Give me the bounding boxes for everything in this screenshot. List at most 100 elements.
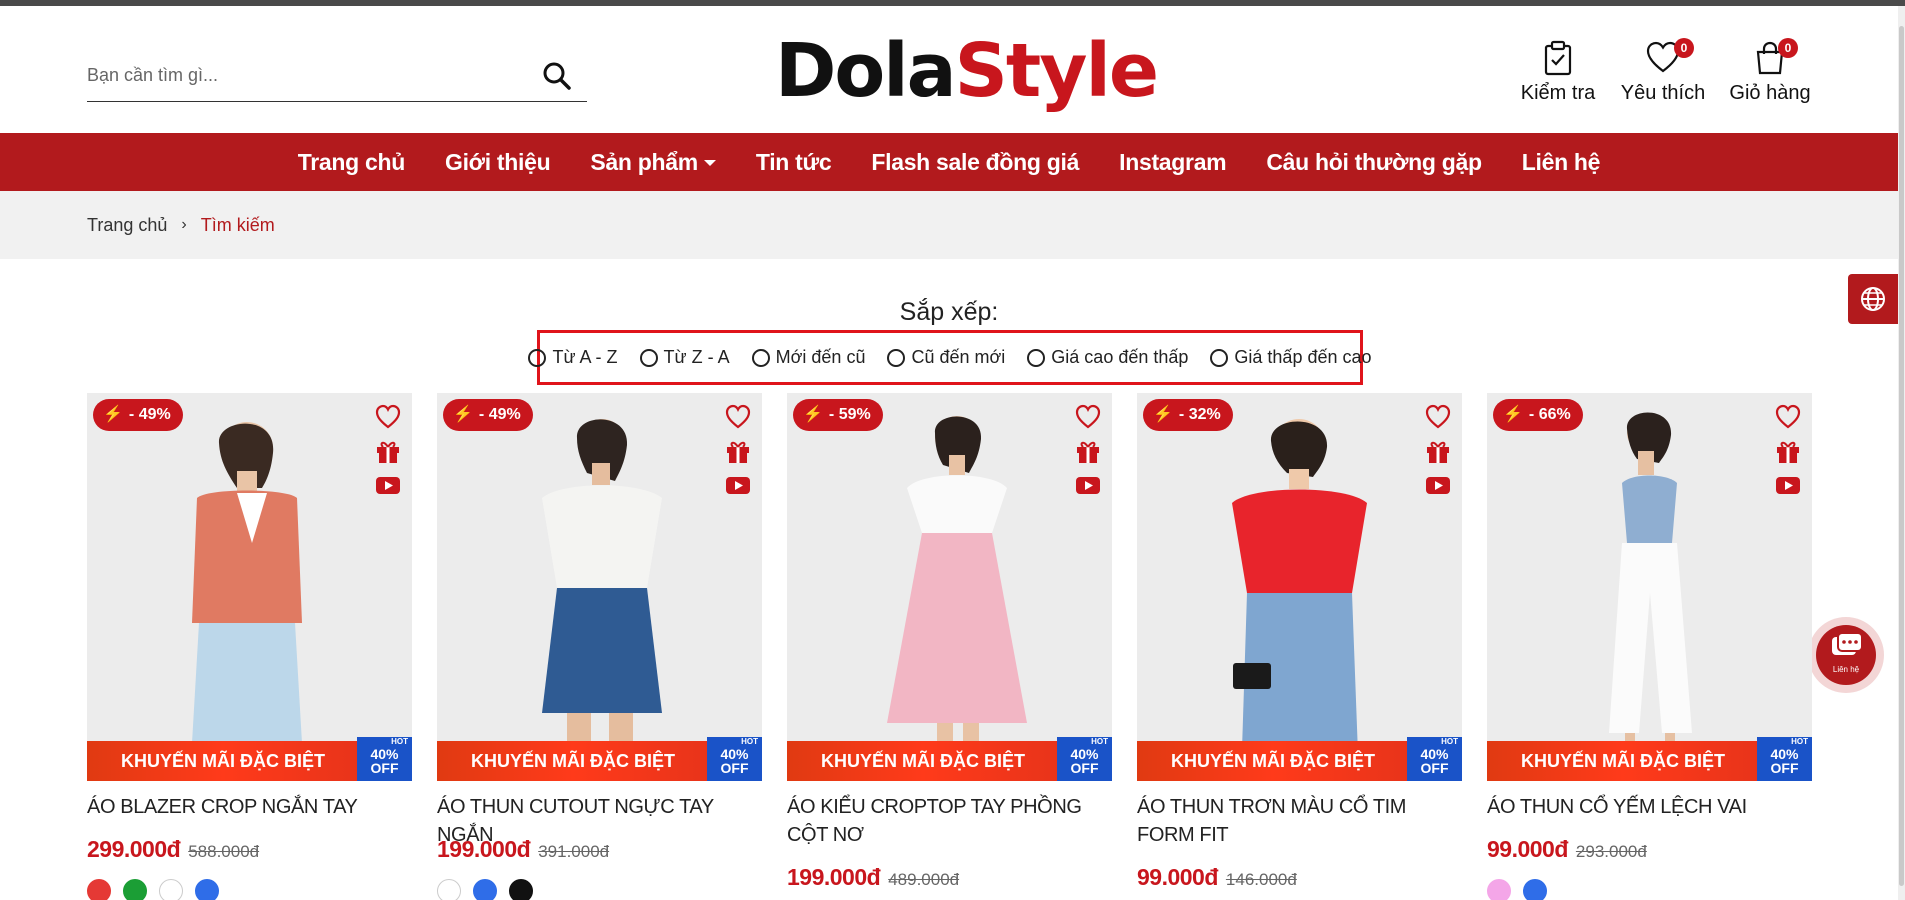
radio-button[interactable] [1210,348,1229,367]
product-photo [1487,393,1812,781]
product-card[interactable]: ⚡ - 59% KHUYẾN MÃI ĐẶC BIỆT HOT 40% OFF ÁO … [787,393,1112,900]
sort-option-price-asc[interactable]: Giá thấp đến cao [1210,347,1372,368]
nav-item-about[interactable]: Giới thiệu [445,149,551,176]
radio-button[interactable] [887,348,906,367]
nav-item-faq[interactable]: Câu hỏi thường gặp [1266,149,1482,176]
promo-banner-text: KHUYẾN MÃI ĐẶC BIỆT [820,751,1025,771]
gift-icon[interactable] [724,437,752,465]
gift-icon[interactable] [1774,437,1802,465]
nav-item-products-label: Sản phẩm [590,148,698,175]
current-price: 99.000đ [1487,836,1568,862]
search-input[interactable] [87,60,517,90]
lightning-icon: ⚡ [1503,406,1523,423]
scrollbar-thumb[interactable] [1899,26,1904,886]
color-swatch-blue[interactable] [195,879,219,900]
product-image[interactable]: ⚡ - 49% KHUYẾN MÃI ĐẶC BIỆT HOT 40% OFF [437,393,762,781]
product-card[interactable]: ⚡ - 66% KHUYẾN MÃI ĐẶC BIỆT HOT 40% OFF ÁO … [1487,393,1812,900]
sort-option-label: Từ Z - A [663,347,730,367]
discount-value: - 59% [828,406,871,423]
video-icon[interactable] [724,471,752,499]
discount-badge: ⚡ - 49% [93,399,183,431]
color-swatch-blue[interactable] [473,879,497,900]
product-photo [1137,393,1462,781]
site-logo[interactable]: DolaStyle [775,26,1159,116]
sort-option-price-desc[interactable]: Giá cao đến thấp [1027,347,1188,368]
promo-banner: KHUYẾN MÃI ĐẶC BIỆT HOT 40% OFF [1487,737,1812,781]
heart-icon[interactable] [724,403,752,431]
video-icon[interactable] [374,471,402,499]
color-swatches [87,879,219,900]
product-card[interactable]: ⚡ - 49% KHUYẾN MÃI ĐẶC BIỆT HOT 40% OFF ÁO … [437,393,762,900]
search-form [87,50,587,102]
video-icon[interactable] [1424,471,1452,499]
product-name[interactable]: ÁO THUN TRƠN MÀU CỔ TIM FORM FIT [1137,793,1462,849]
discount-badge: ⚡ - 59% [793,399,883,431]
product-photo [437,393,762,781]
product-image[interactable]: ⚡ - 59% KHUYẾN MÃI ĐẶC BIỆT HOT 40% OFF [787,393,1112,781]
radio-button[interactable] [528,348,547,367]
color-swatch-pink[interactable] [1487,879,1511,900]
sort-option-z-a[interactable]: Từ Z - A [639,347,730,368]
product-price: 199.000đ 391.000đ [437,836,609,863]
product-name[interactable]: ÁO BLAZER CROP NGẮN TAY [87,793,412,821]
promo-off: OFF [370,760,399,776]
nav-item-instagram[interactable]: Instagram [1119,149,1227,176]
product-price: 99.000đ 146.000đ [1137,864,1297,891]
sort-option-a-z[interactable]: Từ A - Z [528,347,618,368]
sort-option-label: Từ A - Z [552,347,618,367]
product-image[interactable]: ⚡ - 66% KHUYẾN MÃI ĐẶC BIỆT HOT 40% OFF [1487,393,1812,781]
radio-button[interactable] [1027,348,1046,367]
wishlist-link[interactable]: 0 Yêu thích [1618,38,1708,105]
product-price: 199.000đ 489.000đ [787,864,959,891]
heart-icon[interactable] [1424,403,1452,431]
color-swatch-white[interactable] [159,879,183,900]
color-swatch-blue[interactable] [1523,879,1547,900]
lightning-icon: ⚡ [803,406,823,423]
product-card[interactable]: ⚡ - 49% KHUYẾN MÃI ĐẶC BIỆT HOT 40% OFF ÁO … [87,393,412,900]
video-icon[interactable] [1774,471,1802,499]
cart-link[interactable]: 0 Giỏ hàng [1728,38,1812,105]
product-image[interactable]: ⚡ - 32% KHUYẾN MÃI ĐẶC BIỆT HOT 40% OFF [1137,393,1462,781]
breadcrumb-home-link[interactable]: Trang chủ [87,215,167,236]
nav-item-products[interactable]: Sản phẩm [590,149,716,176]
radio-button[interactable] [751,348,770,367]
product-name[interactable]: ÁO THUN CỔ YẾM LỆCH VAI [1487,793,1812,821]
check-order-link[interactable]: Kiểm tra [1516,40,1600,105]
product-image[interactable]: ⚡ - 49% KHUYẾN MÃI ĐẶC BIỆT HOT 40% OFF [87,393,412,781]
sort-option-newest[interactable]: Mới đến cũ [751,347,865,368]
color-swatches [437,879,533,900]
logo-part-dola: Dola [775,28,957,114]
nav-item-flash-sale[interactable]: Flash sale đồng giá [871,149,1079,176]
promo-percent: 40% [720,746,749,762]
radio-button[interactable] [639,348,658,367]
color-swatch-white[interactable] [437,879,461,900]
promo-banner: KHUYẾN MÃI ĐẶC BIỆT HOT 40% OFF [87,737,412,781]
old-price: 588.000đ [188,842,260,861]
product-card[interactable]: ⚡ - 32% KHUYẾN MÃI ĐẶC BIỆT HOT 40% OFF ÁO … [1137,393,1462,900]
gift-icon[interactable] [1074,437,1102,465]
nav-item-contact[interactable]: Liên hệ [1522,149,1601,176]
color-swatch-green[interactable] [123,879,147,900]
nav-item-news[interactable]: Tin tức [756,149,832,176]
language-button[interactable] [1848,274,1898,324]
discount-value: - 49% [128,406,171,423]
old-price: 293.000đ [1575,842,1647,861]
sort-option-oldest[interactable]: Cũ đến mới [887,347,1005,368]
search-button[interactable] [541,60,573,92]
discount-value: - 32% [1178,406,1221,423]
color-swatch-black[interactable] [509,879,533,900]
promo-hot-label: HOT [1791,737,1808,746]
promo-hot-label: HOT [741,737,758,746]
video-icon[interactable] [1074,471,1102,499]
heart-icon[interactable] [1074,403,1102,431]
contact-chat-button[interactable]: Liên hệ [1808,617,1884,693]
heart-icon[interactable] [1774,403,1802,431]
gift-icon[interactable] [1424,437,1452,465]
promo-off: OFF [1420,760,1449,776]
product-name[interactable]: ÁO KIỂU CROPTOP TAY PHỒNG CỘT NƠ [787,793,1112,849]
heart-icon[interactable] [374,403,402,431]
color-swatch-red[interactable] [87,879,111,900]
page-scrollbar[interactable] [1898,6,1905,900]
gift-icon[interactable] [374,437,402,465]
nav-item-home[interactable]: Trang chủ [298,149,406,176]
